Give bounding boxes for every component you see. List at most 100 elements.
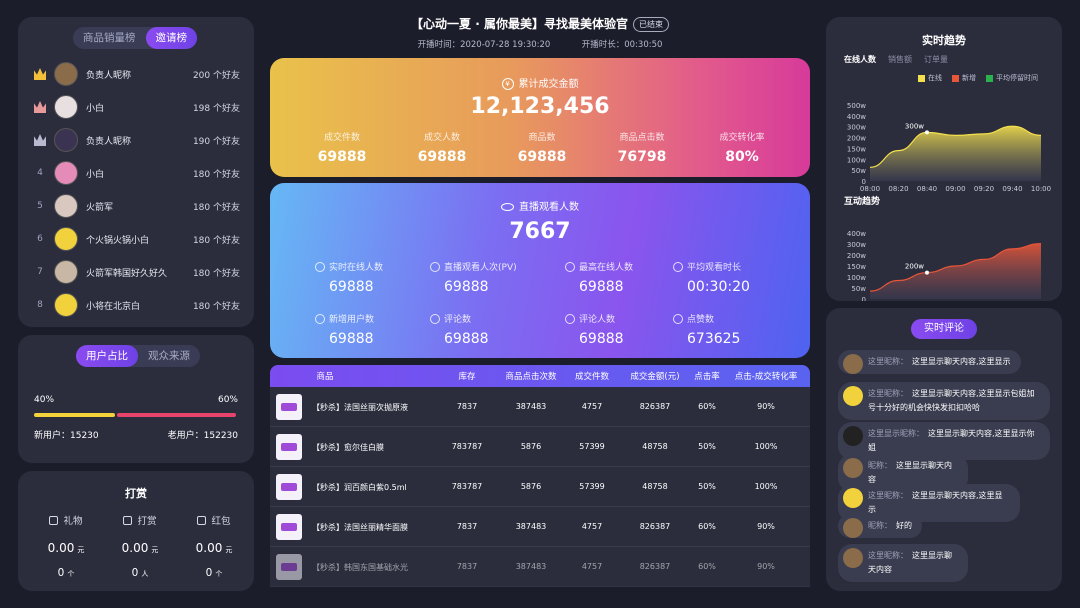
viewer-stat: 直播观看人次(PV) 69888	[430, 260, 550, 295]
x-tick-label: 08:20	[888, 185, 908, 193]
table-cell: 100%	[754, 482, 778, 491]
tab-user-ratio[interactable]: 用户占比	[76, 345, 138, 367]
table-cell: 50%	[698, 442, 716, 451]
live-duration: 开播时长：00:30:50	[581, 40, 663, 50]
y-tick-label: 0	[862, 296, 866, 301]
comment-item: 这里昵称： 这里显示聊天内容,这里显示	[838, 350, 1021, 374]
tab-invite[interactable]: 邀请榜	[145, 27, 197, 49]
stat-label: 评论人数	[565, 312, 685, 325]
viewer-stat: 实时在线人数 69888	[315, 260, 435, 295]
yen-icon: ¥	[501, 78, 514, 90]
tab-sales[interactable]: 销售额	[888, 54, 912, 65]
stat-value: 69888	[317, 149, 367, 165]
table-row[interactable]: 【秒杀】法国丝丽次抛原液 7837 387483 4757 826387 60% 90%	[270, 387, 810, 427]
stat-label: 成交人数	[423, 133, 460, 143]
table-cell: 826387	[639, 402, 671, 411]
comment-nick: 这里显示昵称：	[868, 429, 924, 438]
rank-value: 180 个好友	[192, 169, 240, 180]
stat-label-text: 评论人数	[579, 315, 616, 325]
table-header-cell[interactable]: 点击率	[688, 370, 726, 382]
yen-icon	[123, 516, 133, 525]
title-text: 【心动一夏 · 属你最美】寻找最美体验官	[411, 17, 628, 31]
table-row[interactable]: 【秒杀】韩国东国基础水光 7837 387483 4757 826387 60% 90%	[270, 547, 810, 587]
stat-value: 76798	[617, 149, 667, 165]
rank-number: 6	[37, 234, 43, 244]
avatar	[54, 62, 78, 86]
table-header-cell[interactable]: 商品点击次数	[495, 370, 567, 382]
stat-label-text: 新增用户数	[329, 315, 375, 325]
rank-value: 190 个好友	[192, 136, 240, 147]
y-tick-label: 300w	[847, 241, 866, 249]
rank-tabs: 商品销量榜 邀请榜	[73, 27, 197, 49]
sales-stat: 成交转化率 80%	[687, 130, 797, 165]
y-tick-label: 150w	[847, 263, 866, 271]
rank-value: 180 个好友	[192, 268, 240, 279]
new-user-pct: 40%	[34, 395, 55, 405]
table-cell: 387483	[515, 402, 547, 411]
sales-stat: 商品点击数 76798	[587, 130, 697, 165]
table-cell: 60%	[698, 402, 716, 411]
rank-panel: 商品销量榜 邀请榜 负责人昵称 200 个好友 小白 198 个好友 负责人昵称 190 …	[18, 17, 254, 327]
stat-label: 成交转化率	[719, 133, 765, 143]
stat-value: 69888	[517, 149, 567, 165]
table-header-cell[interactable]: 成交金额(元)	[622, 370, 688, 382]
product-name: 【秒杀】法国丝丽精华面膜	[312, 523, 408, 532]
viewers-head-label: 直播观看人数	[519, 202, 579, 213]
avatar	[54, 227, 78, 251]
table-cell: 826387	[639, 522, 671, 531]
tab-audience-source[interactable]: 观众来源	[138, 345, 200, 367]
stat-label-text: 平均观看时长	[687, 263, 742, 273]
avatar	[843, 548, 863, 568]
table-header-cell[interactable]: 点击-成交转化率	[728, 370, 804, 382]
trend-title: 实时趋势	[922, 34, 966, 47]
comment-nick: 这里昵称：	[868, 357, 908, 366]
product-name: 【秒杀】愈尔佳白膜	[312, 443, 384, 452]
stat-label-text: 最高在线人数	[579, 263, 634, 273]
stat-value: 69888	[417, 149, 467, 165]
table-cell: 5876	[520, 442, 542, 451]
product-image	[276, 514, 302, 540]
comments-panel: 实时评论 这里昵称： 这里显示聊天内容,这里显示 这里昵称： 这里显示聊天内容,这里显…	[826, 308, 1062, 591]
sales-stat: 成交件数 69888	[287, 130, 397, 165]
viewer-stat: 平均观看时长 00:30:20	[673, 260, 793, 295]
reward-count-value: 0	[205, 567, 213, 579]
x-tick-label: 09:40	[1002, 185, 1022, 193]
viewers-head: 直播观看人数	[270, 198, 810, 213]
stat-label: 商品点击数	[619, 133, 665, 143]
viewers-total: 7667	[509, 219, 571, 244]
user-icon	[565, 261, 575, 272]
reward-count: 0个	[174, 567, 254, 579]
rank-name: 小白	[86, 169, 105, 180]
table-row[interactable]: 【秒杀】润百颜白紫0.5ml 783787 5876 57399 48758 50% 100…	[270, 467, 810, 507]
table-cell: 60%	[698, 522, 716, 531]
stat-label: 最高在线人数	[565, 260, 685, 273]
comment-nick: 这里昵称：	[868, 389, 908, 398]
x-tick-label: 10:00	[1031, 185, 1051, 193]
avatar	[843, 354, 863, 374]
y-tick-label: 50w	[851, 285, 866, 293]
tab-product-sales[interactable]: 商品销量榜	[73, 27, 146, 49]
table-header-cell[interactable]: 库存	[443, 370, 491, 382]
tab-orders[interactable]: 订单量	[924, 54, 948, 65]
legend-item: 新增	[952, 73, 976, 83]
play-icon	[430, 261, 440, 272]
avatar	[54, 95, 78, 119]
table-cell: 387483	[515, 562, 547, 571]
reward-count-unit: 人	[141, 570, 149, 578]
rank-name: 负责人昵称	[86, 70, 132, 81]
reward-label: 礼物	[26, 513, 106, 527]
table-header-cell[interactable]: 商品	[290, 370, 360, 382]
tab-online[interactable]: 在线人数	[844, 54, 876, 65]
reward-count: 0人	[100, 567, 180, 579]
table-row[interactable]: 【秒杀】愈尔佳白膜 783787 5876 57399 48758 50% 100%	[270, 427, 810, 467]
table-row[interactable]: 【秒杀】法国丝丽精华面膜 7837 387483 4757 826387 60% 90%	[270, 507, 810, 547]
stat-label: 评论数	[430, 312, 550, 325]
stat-value: 80%	[725, 149, 759, 165]
legend-label: 在线	[928, 74, 942, 82]
rank-row: 7 火箭军韩国好久好久 180 个好友	[32, 258, 240, 286]
rank-number: 5	[37, 201, 43, 211]
rank-number: 7	[37, 267, 43, 277]
table-header-cell[interactable]: 成交件数	[568, 370, 616, 382]
rank-value: 180 个好友	[192, 202, 240, 213]
rank-name: 个火锅火锅小白	[86, 235, 150, 246]
